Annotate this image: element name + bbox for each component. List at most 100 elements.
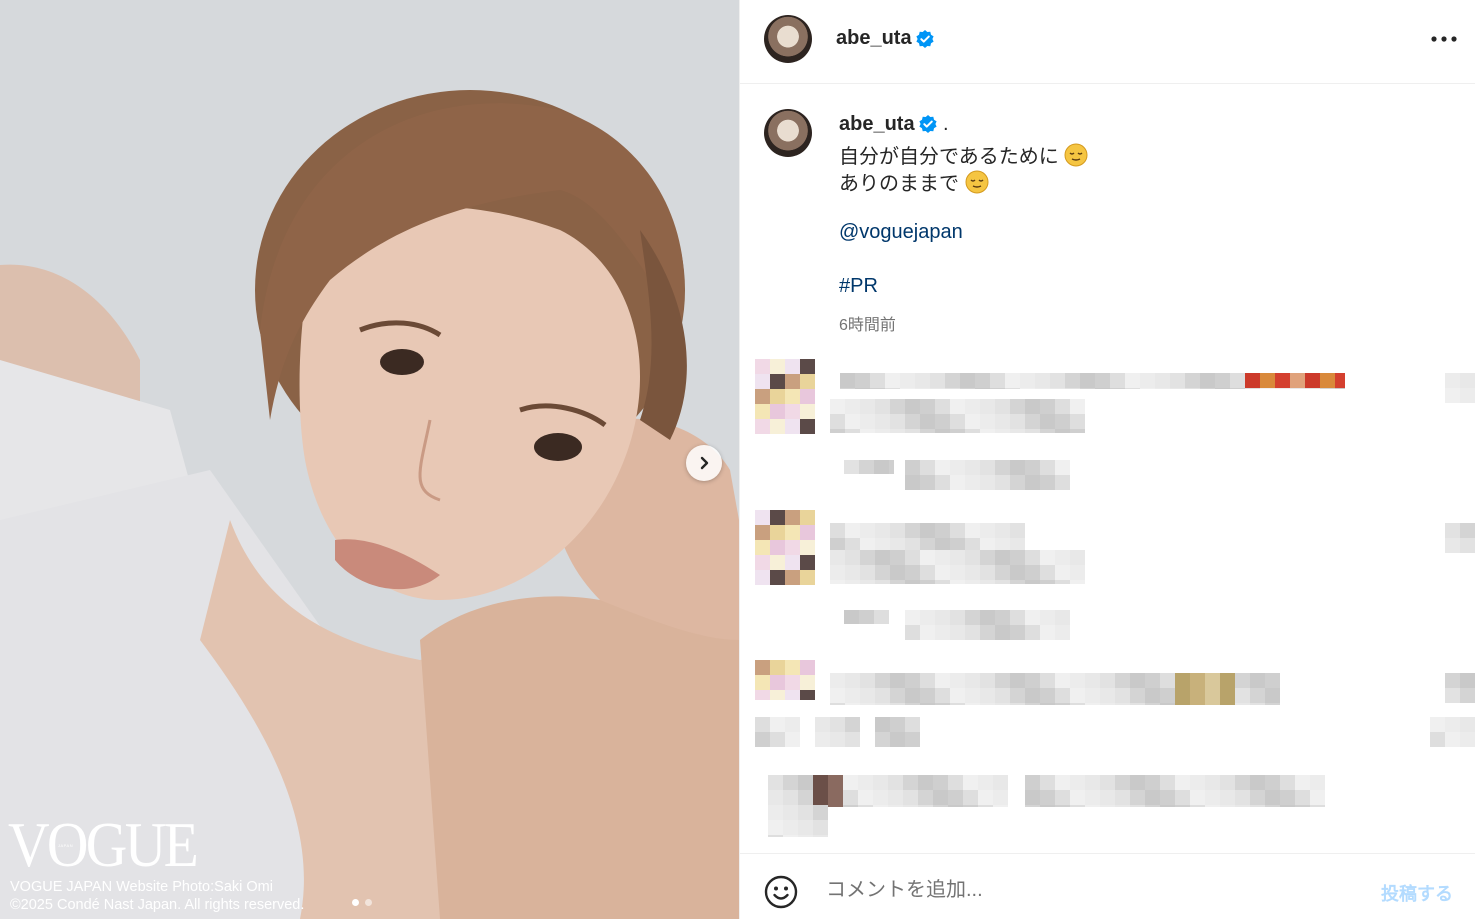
redacted-pixel xyxy=(1220,673,1235,688)
redacted-pixel xyxy=(1055,790,1070,805)
next-photo-button[interactable] xyxy=(686,445,722,481)
redacted-pixel xyxy=(860,688,875,703)
redacted-pixel xyxy=(935,523,950,538)
emoji-picker-icon[interactable] xyxy=(764,875,798,909)
redacted-pixel xyxy=(813,775,828,790)
redacted-pixel xyxy=(1080,388,1095,389)
header-username[interactable]: abe_uta xyxy=(836,27,912,50)
caption-avatar[interactable] xyxy=(764,109,812,157)
comment-input[interactable] xyxy=(824,874,1348,906)
redacted-pixel xyxy=(1175,775,1190,790)
avatar[interactable] xyxy=(764,15,812,63)
redacted-pixel xyxy=(885,388,900,389)
redacted-pixel xyxy=(945,373,960,388)
redacted-pixel xyxy=(1055,399,1070,414)
redacted-pixel xyxy=(1310,775,1325,790)
redacted-pixel xyxy=(1265,673,1280,688)
redacted-pixel xyxy=(965,460,980,475)
redacted-pixel xyxy=(890,429,905,433)
redacted-pixel xyxy=(1145,805,1160,807)
redacted-pixel xyxy=(1160,673,1175,688)
redacted-pixel xyxy=(935,460,950,475)
redacted-pixel xyxy=(1055,805,1070,807)
redacted-pixel xyxy=(830,703,845,705)
redacted-pixel xyxy=(1070,580,1085,584)
redacted-pixel xyxy=(995,399,1010,414)
redacted-pixel xyxy=(875,673,890,688)
post-comment-button[interactable]: 投稿する xyxy=(1381,880,1453,906)
redacted-pixel xyxy=(1145,790,1160,805)
redacted-pixel xyxy=(965,625,980,640)
redacted-pixel xyxy=(858,805,873,807)
redacted-pixel xyxy=(980,475,995,490)
redacted-pixel xyxy=(1055,414,1070,429)
redacted-pixel xyxy=(1130,775,1145,790)
redacted-pixel xyxy=(783,775,798,790)
redacted-pixel xyxy=(813,805,828,820)
redacted-pixel xyxy=(1040,429,1055,433)
redacted-pixel xyxy=(1110,388,1125,389)
caption-line: ありのままで xyxy=(839,167,989,196)
redacted-pixel xyxy=(1055,580,1070,584)
redacted-pixel xyxy=(960,373,975,388)
redacted-pixel xyxy=(950,673,965,688)
redacted-pixel xyxy=(870,373,885,388)
redacted-pixel xyxy=(873,805,888,807)
caption-username[interactable]: abe_uta xyxy=(839,113,915,136)
redacted-pixel xyxy=(1250,805,1265,807)
post-sidebar: abe_uta abe_uta . 自分が自分であるために ありのままで @vo… xyxy=(739,0,1475,919)
redacted-pixel xyxy=(890,414,905,429)
redacted-pixel xyxy=(1100,805,1115,807)
redacted-pixel xyxy=(1035,388,1050,389)
more-options-button[interactable] xyxy=(1426,24,1462,54)
redacted-pixel xyxy=(1190,673,1205,688)
redacted-pixel xyxy=(1250,790,1265,805)
redacted-pixel xyxy=(950,414,965,429)
redacted-pixel xyxy=(1040,610,1055,625)
redacted-pixel xyxy=(1445,538,1460,553)
redacted-pixel xyxy=(1055,673,1070,688)
redacted-pixel xyxy=(978,805,993,807)
redacted-pixel xyxy=(1130,673,1145,688)
redacted-pixel xyxy=(980,580,995,584)
caption-text-1: 自分が自分であるために xyxy=(839,146,1059,168)
redacted-pixel xyxy=(1460,732,1475,747)
redacted-pixel xyxy=(1320,373,1335,388)
redacted-pixel xyxy=(845,565,860,580)
redacted-pixel xyxy=(950,550,965,565)
redacted-pixel xyxy=(920,565,935,580)
more-horizontal-icon xyxy=(1431,36,1457,42)
redacted-pixel xyxy=(785,419,800,434)
redacted-pixel xyxy=(889,460,894,474)
redacted-pixel xyxy=(755,374,770,389)
redacted-pixel xyxy=(1040,565,1055,580)
redacted-pixel xyxy=(1335,373,1345,388)
redacted-pixel xyxy=(770,404,785,419)
redacted-pixel xyxy=(965,565,980,580)
redacted-pixel xyxy=(1305,373,1320,388)
redacted-pixel xyxy=(1010,688,1025,703)
redacted-pixel xyxy=(1100,688,1115,703)
redacted-pixel xyxy=(885,373,900,388)
redacted-pixel xyxy=(1305,388,1320,389)
redacted-pixel xyxy=(935,429,950,433)
redacted-pixel xyxy=(1100,790,1115,805)
mention-link[interactable]: @voguejapan xyxy=(839,221,963,244)
hashtag-link[interactable]: #PR xyxy=(839,275,878,298)
redacted-pixel xyxy=(830,688,845,703)
redacted-pixel xyxy=(905,399,920,414)
redacted-pixel xyxy=(905,429,920,433)
redacted-pixel xyxy=(800,570,815,585)
redacted-pixel xyxy=(1175,790,1190,805)
redacted-pixel xyxy=(1460,673,1475,688)
redacted-pixel xyxy=(1275,373,1290,388)
redacted-pixel xyxy=(1025,429,1040,433)
redacted-pixel xyxy=(1235,805,1250,807)
redacted-pixel xyxy=(768,820,783,835)
redacted-pixel xyxy=(859,460,874,474)
redacted-pixel xyxy=(1010,429,1025,433)
redacted-pixel xyxy=(798,835,813,837)
redacted-pixel xyxy=(843,805,858,807)
redacted-pixel xyxy=(1050,373,1065,388)
redacted-pixel xyxy=(1160,688,1175,703)
